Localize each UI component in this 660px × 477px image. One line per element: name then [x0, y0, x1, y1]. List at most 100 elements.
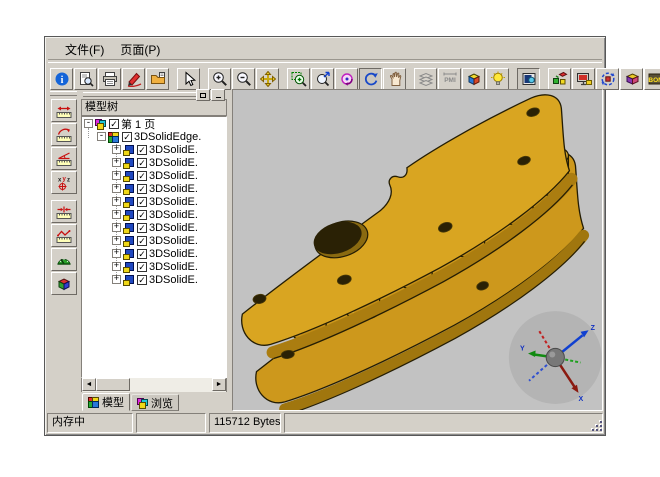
tree-checkbox[interactable]: ✓ — [137, 223, 147, 233]
tree-expand-box[interactable]: + — [112, 262, 121, 271]
tree-expand-box[interactable]: + — [112, 197, 121, 206]
toolbar-grip[interactable] — [50, 91, 77, 96]
zoom-window-button[interactable] — [287, 68, 310, 90]
tree-item-label[interactable]: 3DSolidE. — [149, 183, 198, 195]
tree-item-label[interactable]: 3DSolidE. — [149, 157, 198, 169]
pan-hand-button[interactable] — [383, 68, 406, 90]
assembly-parts-button[interactable] — [548, 68, 571, 90]
tree-checkbox[interactable]: ✓ — [137, 262, 147, 272]
tree-expand-box[interactable]: + — [112, 145, 121, 154]
panel-float-button[interactable] — [196, 89, 210, 101]
tree-row-part[interactable]: + ✓3DSolidE. — [82, 234, 226, 247]
print-button[interactable] — [98, 68, 121, 90]
view-cube-button[interactable] — [462, 68, 485, 90]
solid-cube-button[interactable] — [620, 68, 643, 90]
part-icon — [123, 145, 134, 155]
tree-expand-box[interactable]: + — [112, 236, 121, 245]
tree-checkbox[interactable]: ✓ — [137, 275, 147, 285]
tree-item-label[interactable]: 3DSolidE. — [149, 235, 198, 247]
tree-item-label[interactable]: 3DSolidEdge. — [134, 131, 201, 143]
tree-checkbox[interactable]: ✓ — [122, 132, 132, 142]
zoom-dynamic-button[interactable] — [311, 68, 334, 90]
tree-row-part[interactable]: + ✓3DSolidE. — [82, 169, 226, 182]
model-tree[interactable]: - ✓ 第 1 页 - ✓ 3DSolidEdge. +✓3DSolidE. +… — [81, 116, 227, 378]
tree-expand-box[interactable]: + — [112, 223, 121, 232]
measure-polyline-button[interactable] — [51, 224, 77, 247]
tree-checkbox[interactable]: ✓ — [137, 158, 147, 168]
measure-angle-button[interactable] — [51, 147, 77, 170]
tree-row-part[interactable]: + ✓3DSolidE. — [82, 182, 226, 195]
tree-checkbox[interactable]: ✓ — [137, 197, 147, 207]
tree-checkbox[interactable]: ✓ — [137, 236, 147, 246]
tree-expand-box[interactable]: + — [112, 184, 121, 193]
coordinate-xyz-button[interactable]: xyz — [51, 171, 77, 194]
export-button[interactable] — [146, 68, 169, 90]
viewport-3d[interactable]: Z X Y — [232, 89, 603, 411]
orientation-trackball[interactable]: Z X Y — [509, 311, 602, 404]
tree-item-label[interactable]: 3DSolidE. — [149, 209, 198, 221]
panel-drag-handle[interactable] — [81, 89, 227, 99]
measure-distance-button[interactable] — [51, 99, 77, 122]
rotate-view-button[interactable] — [335, 68, 358, 90]
tree-checkbox[interactable]: ✓ — [137, 171, 147, 181]
tree-row-assembly[interactable]: - ✓ 3DSolidEdge. — [82, 130, 226, 143]
zoom-out-button[interactable] — [232, 68, 255, 90]
tree-row-part[interactable]: + ✓3DSolidE. — [82, 156, 226, 169]
refresh-button[interactable] — [359, 68, 382, 90]
tree-checkbox[interactable]: ✓ — [137, 145, 147, 155]
bom-button[interactable]: BOM — [644, 68, 660, 90]
tree-row-part[interactable]: + ✓3DSolidE. — [82, 260, 226, 273]
tree-row-part[interactable]: + ✓3DSolidE. — [82, 221, 226, 234]
bounding-box-button[interactable] — [51, 272, 77, 295]
info-button[interactable]: i — [50, 68, 73, 90]
layers-button[interactable] — [414, 68, 437, 90]
measure-area-button[interactable] — [51, 248, 77, 271]
lighting-button[interactable] — [486, 68, 509, 90]
tree-horizontal-scrollbar[interactable]: ◄ ► — [81, 378, 227, 392]
tree-item-label[interactable]: 3DSolidE. — [149, 170, 198, 182]
pmi-button[interactable]: PMI — [438, 68, 461, 90]
tree-row-part[interactable]: + ✓3DSolidE. — [82, 247, 226, 260]
tree-expand-box[interactable]: + — [112, 171, 121, 180]
measure-radius-button[interactable] — [51, 123, 77, 146]
markup-pen-button[interactable] — [122, 68, 145, 90]
zoom-in-button[interactable] — [208, 68, 231, 90]
tab-model[interactable]: 模型 — [82, 393, 130, 411]
tree-item-label[interactable]: 3DSolidE. — [149, 274, 198, 286]
tree-expand-box[interactable]: + — [112, 210, 121, 219]
tree-expand-box[interactable]: + — [112, 249, 121, 258]
resize-grip[interactable] — [589, 418, 602, 431]
tree-collapse-box[interactable]: - — [97, 132, 106, 141]
scroll-left-button[interactable]: ◄ — [82, 378, 96, 391]
tree-row-part[interactable]: + ✓3DSolidE. — [82, 273, 226, 286]
measure-gap-button[interactable] — [51, 200, 77, 223]
tree-row-part[interactable]: + ✓3DSolidE. — [82, 195, 226, 208]
tree-expand-box[interactable]: + — [112, 158, 121, 167]
tree-checkbox[interactable]: ✓ — [137, 184, 147, 194]
tree-checkbox[interactable]: ✓ — [137, 210, 147, 220]
tree-item-label[interactable]: 3DSolidE. — [149, 261, 198, 273]
tree-item-label[interactable]: 3DSolidE. — [149, 248, 198, 260]
tree-checkbox[interactable]: ✓ — [109, 119, 119, 129]
menu-page[interactable]: 页面(P) — [112, 39, 168, 60]
tree-item-label[interactable]: 3DSolidE. — [149, 144, 198, 156]
update-view-button[interactable] — [596, 68, 619, 90]
tab-browse[interactable]: 浏览 — [131, 394, 179, 411]
tree-collapse-box[interactable]: - — [84, 119, 93, 128]
tree-item-label[interactable]: 3DSolidE. — [149, 222, 198, 234]
menu-file[interactable]: 文件(F) — [57, 39, 112, 60]
scroll-thumb[interactable] — [96, 378, 130, 391]
panel-hide-button[interactable] — [211, 89, 225, 101]
tree-checkbox[interactable]: ✓ — [137, 249, 147, 259]
tree-row-part[interactable]: + ✓3DSolidE. — [82, 208, 226, 221]
tree-row-part[interactable]: + ✓3DSolidE. — [82, 143, 226, 156]
tree-item-label[interactable]: 3DSolidE. — [149, 196, 198, 208]
print-preview-button[interactable] — [74, 68, 97, 90]
display-mode-button[interactable] — [517, 68, 540, 90]
screen-capture-button[interactable] — [572, 68, 595, 90]
scroll-right-button[interactable]: ► — [212, 378, 226, 391]
tree-row-page[interactable]: - ✓ 第 1 页 — [82, 117, 226, 130]
tree-expand-box[interactable]: + — [112, 275, 121, 284]
pan-arrows-button[interactable] — [256, 68, 279, 90]
select-arrow-button[interactable] — [177, 68, 200, 90]
